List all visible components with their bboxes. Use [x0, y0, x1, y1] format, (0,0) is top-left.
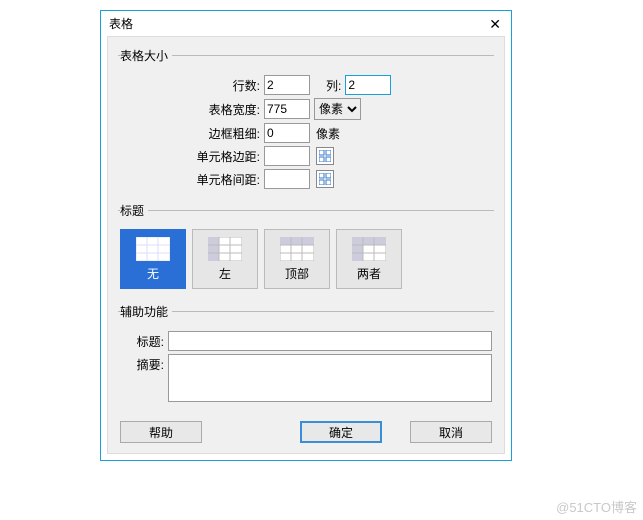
- width-label: 表格宽度:: [190, 101, 260, 118]
- header-option-label: 两者: [357, 265, 381, 282]
- cellpadding-input[interactable]: [264, 146, 310, 166]
- table-left-icon: [208, 237, 242, 261]
- header-option-top[interactable]: 顶部: [264, 229, 330, 289]
- button-bar: 帮助 确定 取消: [118, 415, 494, 443]
- cellspacing-label: 单元格间距:: [190, 171, 260, 188]
- caption-input[interactable]: [168, 331, 492, 351]
- row-caption: 标题:: [120, 331, 492, 351]
- table-none-icon: [136, 237, 170, 261]
- summary-label: 摘要:: [120, 354, 164, 373]
- header-option-label: 无: [147, 265, 159, 282]
- accessibility-legend: 辅助功能: [120, 303, 172, 320]
- border-label: 边框粗细:: [190, 125, 260, 142]
- row-width: 表格宽度: 像素: [120, 98, 492, 120]
- row-summary: 摘要:: [120, 354, 492, 402]
- summary-input[interactable]: [168, 354, 492, 402]
- header-option-label: 顶部: [285, 265, 309, 282]
- accessibility-group: 辅助功能 标题: 摘要:: [118, 303, 494, 409]
- titlebar: 表格 ✕: [101, 11, 511, 34]
- watermark: @51CTO博客: [556, 497, 637, 516]
- cellspacing-picker-icon[interactable]: [316, 170, 334, 188]
- caption-label: 标题:: [120, 331, 164, 350]
- cols-input[interactable]: [345, 75, 391, 95]
- rows-input[interactable]: [264, 75, 310, 95]
- header-legend: 标题: [120, 202, 148, 219]
- table-dialog: 表格 ✕ 表格大小 行数: 列: 表格宽度: 像素 边框粗细:: [100, 10, 512, 461]
- dialog-title: 表格: [109, 15, 133, 32]
- width-input[interactable]: [264, 99, 310, 119]
- table-both-icon: [352, 237, 386, 261]
- cellspacing-input[interactable]: [264, 169, 310, 189]
- header-option-left[interactable]: 左: [192, 229, 258, 289]
- row-rows-cols: 行数: 列:: [120, 75, 492, 95]
- ok-button[interactable]: 确定: [300, 421, 382, 443]
- row-cellpadding: 单元格边距:: [120, 146, 492, 166]
- cancel-button[interactable]: 取消: [410, 421, 492, 443]
- border-input[interactable]: [264, 123, 310, 143]
- row-cellspacing: 单元格间距:: [120, 169, 492, 189]
- row-border: 边框粗细: 像素: [120, 123, 492, 143]
- cellpadding-picker-icon[interactable]: [316, 147, 334, 165]
- header-option-label: 左: [219, 265, 231, 282]
- header-option-both[interactable]: 两者: [336, 229, 402, 289]
- rows-label: 行数:: [190, 77, 260, 94]
- dialog-body: 表格大小 行数: 列: 表格宽度: 像素 边框粗细: 像素: [107, 36, 505, 454]
- help-button[interactable]: 帮助: [120, 421, 202, 443]
- table-top-icon: [280, 237, 314, 261]
- width-unit-select[interactable]: 像素: [314, 98, 361, 120]
- border-unit: 像素: [316, 125, 340, 142]
- close-icon[interactable]: ✕: [487, 17, 503, 31]
- header-group: 标题 无 左: [118, 202, 494, 297]
- header-option-none[interactable]: 无: [120, 229, 186, 289]
- cellpadding-label: 单元格边距:: [190, 148, 260, 165]
- cols-label: 列:: [326, 77, 341, 94]
- table-size-group: 表格大小 行数: 列: 表格宽度: 像素 边框粗细: 像素: [118, 47, 494, 196]
- table-size-legend: 表格大小: [120, 47, 172, 64]
- header-options: 无 左: [120, 227, 492, 293]
